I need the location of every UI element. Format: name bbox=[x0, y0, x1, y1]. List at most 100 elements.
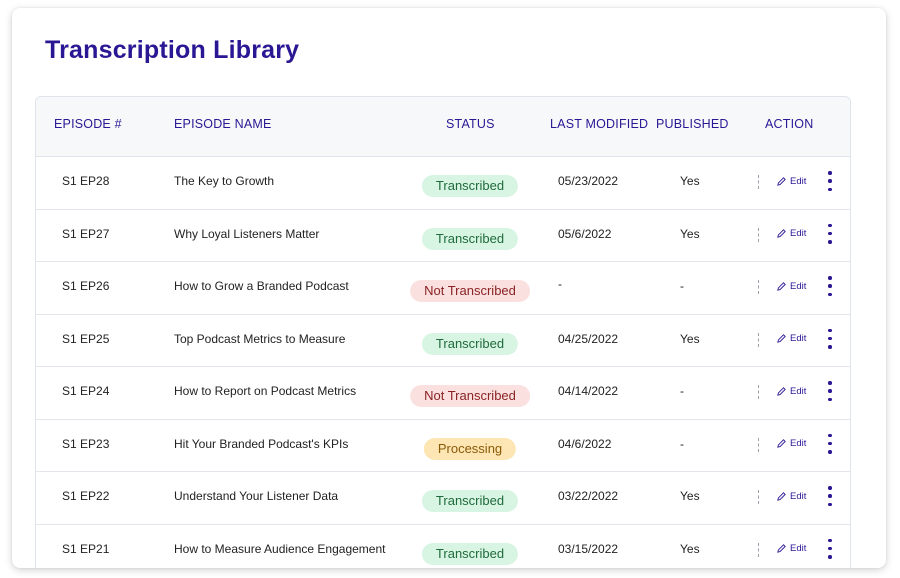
edit-label: Edit bbox=[790, 280, 807, 292]
table-row[interactable]: S1 EP22 Understand Your Listener Data Tr… bbox=[36, 472, 850, 525]
more-vertical-icon bbox=[828, 171, 832, 175]
edit-button[interactable]: Edit bbox=[776, 488, 806, 504]
pencil-icon bbox=[777, 334, 786, 343]
published-value: - bbox=[680, 384, 684, 398]
episode-name[interactable]: How to Grow a Branded Podcast bbox=[174, 279, 349, 293]
table-row[interactable]: S1 EP28 The Key to Growth Transcribed 05… bbox=[36, 157, 850, 210]
action-divider bbox=[758, 385, 759, 399]
header-episode[interactable]: EPISODE # bbox=[54, 117, 122, 131]
edit-label: Edit bbox=[790, 333, 807, 344]
status-badge: Transcribed bbox=[421, 175, 519, 197]
action-divider bbox=[758, 437, 759, 452]
header-episode-name[interactable]: EPISODE NAME bbox=[174, 117, 272, 131]
published-value: Yes bbox=[680, 541, 700, 556]
pencil-icon bbox=[777, 176, 786, 186]
action-divider bbox=[758, 542, 759, 557]
episode-name[interactable]: Top Podcast Metrics to Measure bbox=[174, 332, 345, 346]
episode-number: S1 EP24 bbox=[62, 384, 110, 398]
episode-name[interactable]: The Key to Growth bbox=[174, 174, 274, 188]
more-vertical-icon bbox=[828, 381, 832, 385]
header-published[interactable]: PUBLISHED bbox=[656, 117, 729, 131]
more-options-button[interactable] bbox=[824, 379, 836, 403]
status-badge: Processing bbox=[423, 437, 517, 460]
pencil-icon bbox=[777, 439, 786, 448]
edit-button[interactable]: Edit bbox=[776, 226, 806, 242]
episode-number: S1 EP26 bbox=[62, 279, 110, 293]
header-action: ACTION bbox=[765, 117, 814, 131]
edit-button[interactable]: Edit bbox=[776, 436, 806, 452]
last-modified: - bbox=[558, 277, 562, 291]
edit-label: Edit bbox=[790, 490, 807, 502]
header-last-modified[interactable]: LAST MODIFIED bbox=[550, 117, 648, 131]
published-value: Yes bbox=[680, 226, 700, 241]
published-value: - bbox=[680, 436, 684, 451]
edit-label: Edit bbox=[790, 543, 807, 554]
more-vertical-icon bbox=[828, 328, 832, 332]
episode-name[interactable]: How to Report on Podcast Metrics bbox=[174, 384, 356, 398]
pencil-icon bbox=[777, 281, 786, 291]
status-badge: Transcribed bbox=[421, 332, 519, 355]
action-divider bbox=[758, 175, 759, 189]
more-options-button[interactable] bbox=[824, 432, 836, 456]
status-badge: Transcribed bbox=[421, 490, 519, 512]
pencil-icon bbox=[777, 386, 786, 396]
last-modified: 04/14/2022 bbox=[558, 384, 619, 398]
more-vertical-icon bbox=[828, 538, 832, 542]
edit-button[interactable]: Edit bbox=[776, 383, 806, 399]
episode-name[interactable]: Why Loyal Listeners Matter bbox=[174, 227, 319, 241]
more-vertical-icon bbox=[828, 276, 832, 280]
episode-name[interactable]: How to Measure Audience Engagement bbox=[174, 542, 385, 556]
last-modified: 05/6/2022 bbox=[558, 226, 612, 241]
published-value: - bbox=[680, 279, 684, 293]
more-options-button[interactable] bbox=[824, 537, 836, 561]
more-options-button[interactable] bbox=[824, 274, 836, 298]
edit-button[interactable]: Edit bbox=[776, 331, 806, 347]
episode-number: S1 EP28 bbox=[62, 174, 110, 188]
action-divider bbox=[758, 332, 759, 347]
more-vertical-icon bbox=[828, 433, 832, 437]
last-modified: 03/22/2022 bbox=[558, 489, 619, 503]
table-row[interactable]: S1 EP23 Hit Your Branded Podcast's KPIs … bbox=[36, 419, 850, 472]
edit-button[interactable]: Edit bbox=[776, 173, 806, 189]
last-modified: 05/23/2022 bbox=[558, 174, 619, 188]
table-body: S1 EP28 The Key to Growth Transcribed 05… bbox=[36, 157, 850, 568]
header-status[interactable]: STATUS bbox=[446, 117, 495, 131]
table-row[interactable]: S1 EP26 How to Grow a Branded Podcast No… bbox=[36, 262, 850, 315]
episode-number: S1 EP23 bbox=[62, 436, 110, 451]
edit-button[interactable]: Edit bbox=[776, 278, 806, 294]
page-title: Transcription Library bbox=[45, 36, 300, 64]
edit-label: Edit bbox=[790, 438, 807, 449]
table-row[interactable]: S1 EP27 Why Loyal Listeners Matter Trans… bbox=[36, 209, 850, 262]
episode-name[interactable]: Understand Your Listener Data bbox=[174, 489, 338, 503]
more-vertical-icon bbox=[828, 223, 832, 227]
edit-label: Edit bbox=[790, 175, 807, 187]
episode-number: S1 EP25 bbox=[62, 331, 110, 346]
last-modified: 04/25/2022 bbox=[558, 331, 619, 346]
table-row[interactable]: S1 EP24 How to Report on Podcast Metrics… bbox=[36, 367, 850, 420]
action-divider bbox=[758, 490, 759, 504]
edit-button[interactable]: Edit bbox=[776, 541, 806, 557]
published-value: Yes bbox=[680, 174, 700, 188]
episode-number: S1 EP21 bbox=[62, 541, 110, 556]
pencil-icon bbox=[777, 229, 786, 238]
status-badge: Not Transcribed bbox=[410, 385, 530, 407]
action-divider bbox=[758, 280, 759, 294]
status-badge: Not Transcribed bbox=[410, 280, 530, 302]
table-row[interactable]: S1 EP25 Top Podcast Metrics to Measure T… bbox=[36, 314, 850, 367]
last-modified: 04/6/2022 bbox=[558, 436, 612, 451]
more-options-button[interactable] bbox=[824, 222, 836, 246]
table-row[interactable]: S1 EP21 How to Measure Audience Engageme… bbox=[36, 524, 850, 568]
pencil-icon bbox=[777, 544, 786, 553]
more-options-button[interactable] bbox=[824, 327, 836, 351]
edit-label: Edit bbox=[790, 228, 807, 239]
action-divider bbox=[758, 227, 759, 242]
edit-label: Edit bbox=[790, 385, 807, 397]
more-vertical-icon bbox=[828, 486, 832, 490]
episode-number: S1 EP27 bbox=[62, 226, 110, 241]
episode-name[interactable]: Hit Your Branded Podcast's KPIs bbox=[174, 437, 348, 451]
more-options-button[interactable] bbox=[824, 484, 836, 508]
table-header: EPISODE # EPISODE NAME STATUS LAST MODIF… bbox=[36, 97, 850, 157]
episodes-table: EPISODE # EPISODE NAME STATUS LAST MODIF… bbox=[35, 96, 851, 568]
published-value: Yes bbox=[680, 489, 700, 503]
more-options-button[interactable] bbox=[824, 169, 836, 193]
